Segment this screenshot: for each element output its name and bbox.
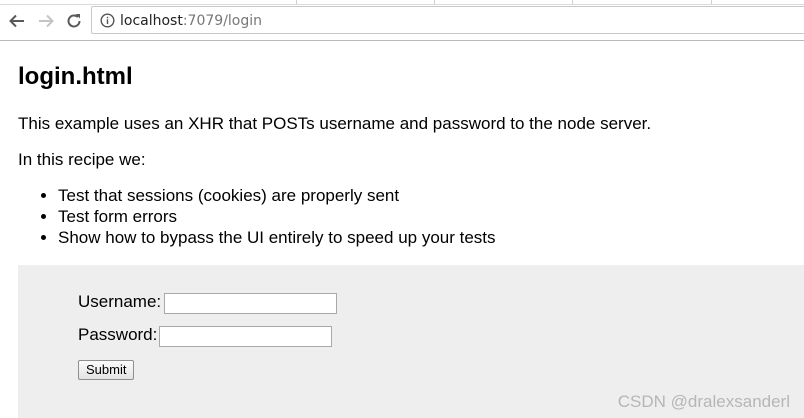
tab-divider [434, 0, 435, 4]
back-button[interactable] [6, 10, 28, 32]
info-circle-icon[interactable] [100, 13, 115, 28]
list-item: Test that sessions (cookies) are properl… [58, 185, 496, 206]
page-title: login.html [18, 63, 133, 90]
url-path: :7079/login [182, 13, 263, 29]
refresh-icon [67, 14, 81, 28]
intro-text: This example uses an XHR that POSTs user… [18, 114, 652, 133]
tab-strip [0, 0, 804, 5]
watermark: CSDN @dralexsanderl [617, 392, 790, 411]
arrow-left-icon [9, 14, 24, 28]
login-form: Username: Password: Submit CSDN @dralexs… [18, 265, 804, 418]
address-bar[interactable]: localhost:7079/login [91, 6, 804, 34]
password-input[interactable] [159, 326, 332, 347]
username-label: Username: [78, 292, 162, 311]
reload-button[interactable] [63, 10, 85, 32]
tab-divider [296, 0, 297, 4]
list-item: Show how to bypass the UI entirely to sp… [58, 227, 496, 248]
recipe-intro: In this recipe we: [18, 150, 146, 169]
password-label: Password: [78, 325, 158, 344]
url-host: localhost [120, 13, 183, 29]
tab-divider [572, 0, 573, 4]
recipe-list: Test that sessions (cookies) are properl… [18, 185, 496, 248]
list-item: Test form errors [58, 206, 496, 227]
arrow-right-icon [39, 14, 54, 28]
browser-toolbar: localhost:7079/login [0, 0, 804, 42]
page-content: login.html This example uses an XHR that… [0, 41, 804, 418]
url-text[interactable]: localhost:7079/login [120, 12, 262, 30]
forward-button[interactable] [35, 10, 57, 32]
username-input[interactable] [164, 293, 337, 314]
submit-button[interactable]: Submit [78, 360, 135, 380]
tab-divider [711, 0, 712, 4]
